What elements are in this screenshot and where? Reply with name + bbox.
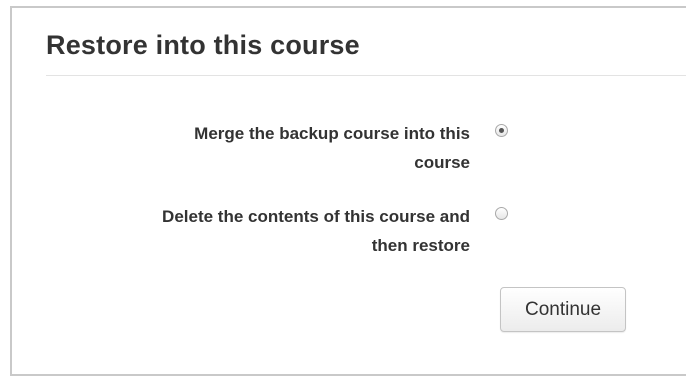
delete-option-label-line2: then restore (371, 236, 470, 255)
heading-divider (46, 75, 686, 76)
delete-option-radio[interactable] (495, 207, 508, 220)
delete-option-label: Delete the contents of this course and t… (70, 202, 470, 260)
merge-option-label: Merge the backup course into this course (70, 119, 470, 177)
page-background: Restore into this course Merge the backu… (0, 0, 686, 376)
merge-option-label-line1: Merge the backup course into this (194, 124, 470, 143)
merge-option-radio[interactable] (495, 124, 508, 137)
radio-selected-dot (499, 128, 504, 133)
section-heading: Restore into this course (46, 30, 360, 60)
delete-option-label-line1: Delete the contents of this course and (162, 207, 470, 226)
merge-option-label-line2: course (414, 153, 470, 172)
continue-button[interactable]: Continue (500, 287, 626, 332)
